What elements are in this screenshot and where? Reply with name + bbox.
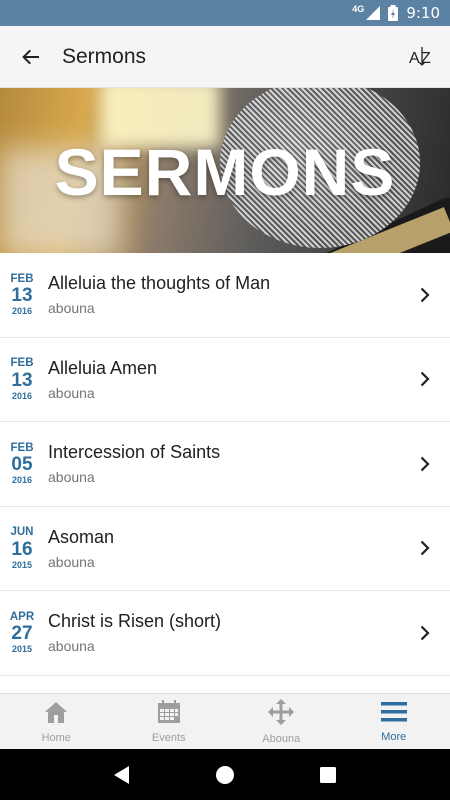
status-bar: 4G 9:10 — [0, 0, 450, 26]
sermon-date-month: FEB — [10, 441, 34, 454]
chevron-right-icon — [400, 371, 450, 387]
sermon-title: Asoman — [48, 526, 115, 547]
system-home-button[interactable] — [205, 755, 245, 795]
square-recents-icon — [320, 766, 337, 783]
home-icon — [44, 700, 68, 729]
sermon-author: abouna — [48, 384, 95, 401]
sermon-date-day: 13 — [11, 285, 33, 306]
sermon-date: FEB 13 2016 — [0, 272, 44, 317]
sermon-list: FEB 13 2016 Alleluia the thoughts of Man abo… — [0, 253, 450, 693]
sermon-author: abouna — [48, 553, 95, 570]
signal-indicator: 4G — [352, 4, 381, 20]
chevron-right-icon — [400, 287, 450, 303]
sermon-date-day: 16 — [11, 538, 33, 560]
sermon-date: FEB 05 2016 — [0, 441, 44, 486]
sermon-text: Intercession of Saints abouna — [44, 442, 400, 485]
nav-label: Abouna — [262, 732, 301, 745]
sermon-list-item[interactable]: FEB 05 2016 Intercession of Saints abouna — [0, 422, 450, 507]
sermon-date-year: 2015 — [11, 644, 33, 654]
system-navigation-bar — [0, 749, 450, 800]
sermon-date: APR 27 2015 — [0, 610, 44, 655]
sort-az-icon: A Z — [409, 46, 431, 67]
nav-label: More — [381, 730, 407, 743]
sermon-date-month: JUN — [10, 526, 34, 538]
sort-az-button[interactable]: A Z — [394, 26, 450, 88]
menu-icon — [380, 701, 407, 728]
back-button[interactable] — [0, 26, 62, 88]
nav-label: Home — [41, 731, 71, 744]
sermon-list-item[interactable]: JUN 16 2015 Asoman abouna — [0, 507, 450, 591]
sermon-text: Alleluia the thoughts of Man abouna — [44, 273, 400, 316]
sermon-author: abouna — [48, 300, 95, 317]
sermon-text: Alleluia Amen abouna — [44, 358, 400, 401]
sermon-date-year: 2016 — [11, 475, 33, 485]
sermon-list-item[interactable]: FEB 13 2016 Alleluia the thoughts of Man abo… — [0, 253, 450, 338]
network-type: 4G — [352, 4, 365, 14]
sermon-title: Alleluia the thoughts of Man — [48, 273, 271, 294]
sermon-title: Alleluia Amen — [48, 357, 158, 378]
signal-icon — [366, 6, 381, 20]
nav-item-abouna[interactable]: Abouna — [225, 694, 338, 749]
sermon-date: JUN 16 2015 — [0, 526, 44, 570]
sermon-text: Christ is Risen (short) abouna — [44, 611, 400, 654]
sermon-date-year: 2016 — [11, 390, 33, 401]
circle-home-icon — [215, 765, 234, 784]
sermon-date-year: 2015 — [11, 559, 33, 570]
nav-item-events[interactable]: Events — [113, 694, 226, 749]
chevron-right-icon — [400, 456, 450, 472]
svg-text:A: A — [409, 50, 420, 67]
battery-icon — [388, 5, 399, 21]
sermon-author: abouna — [48, 469, 95, 486]
banner-title: SERMONS — [54, 135, 396, 209]
sermon-date-day: 05 — [11, 454, 33, 475]
sermon-text: Asoman abouna — [44, 527, 400, 570]
sermon-author: abouna — [48, 638, 95, 655]
nav-label: Events — [151, 731, 186, 744]
triangle-back-icon — [113, 765, 129, 784]
sermon-date-month: APR — [9, 610, 35, 623]
sermon-date: FEB 13 2016 — [0, 357, 44, 401]
sermon-date-day: 13 — [11, 369, 33, 391]
clock: 9:10 — [406, 4, 440, 22]
chevron-right-icon — [400, 540, 450, 556]
bottom-navigation: Home Events Abouna More — [0, 693, 450, 749]
calendar-icon — [157, 699, 181, 729]
sermon-title: Christ is Risen (short) — [48, 611, 222, 632]
page-title: Sermons — [62, 44, 147, 68]
sermon-date-month: FEB — [10, 357, 34, 369]
sermon-title: Intercession of Saints — [48, 442, 221, 463]
sermon-date-day: 27 — [11, 623, 33, 644]
sermon-date-year: 2016 — [11, 306, 33, 316]
sermon-date-month: FEB — [10, 272, 34, 285]
nav-item-home[interactable]: Home — [0, 694, 113, 749]
move-arrows-icon — [268, 698, 295, 730]
sermon-list-item[interactable]: APR 27 2015 Christ is Risen (short) abouna — [0, 591, 450, 676]
system-recents-button[interactable] — [308, 755, 348, 795]
system-back-button[interactable] — [102, 755, 142, 795]
sermons-banner: SERMONS — [0, 88, 450, 253]
chevron-right-icon — [400, 625, 450, 641]
sermon-list-item[interactable]: FEB 13 2016 Alleluia Amen abouna — [0, 338, 450, 422]
arrow-back-icon — [22, 49, 39, 64]
app-bar: Sermons A Z — [0, 26, 450, 88]
nav-item-more[interactable]: More — [338, 694, 450, 749]
